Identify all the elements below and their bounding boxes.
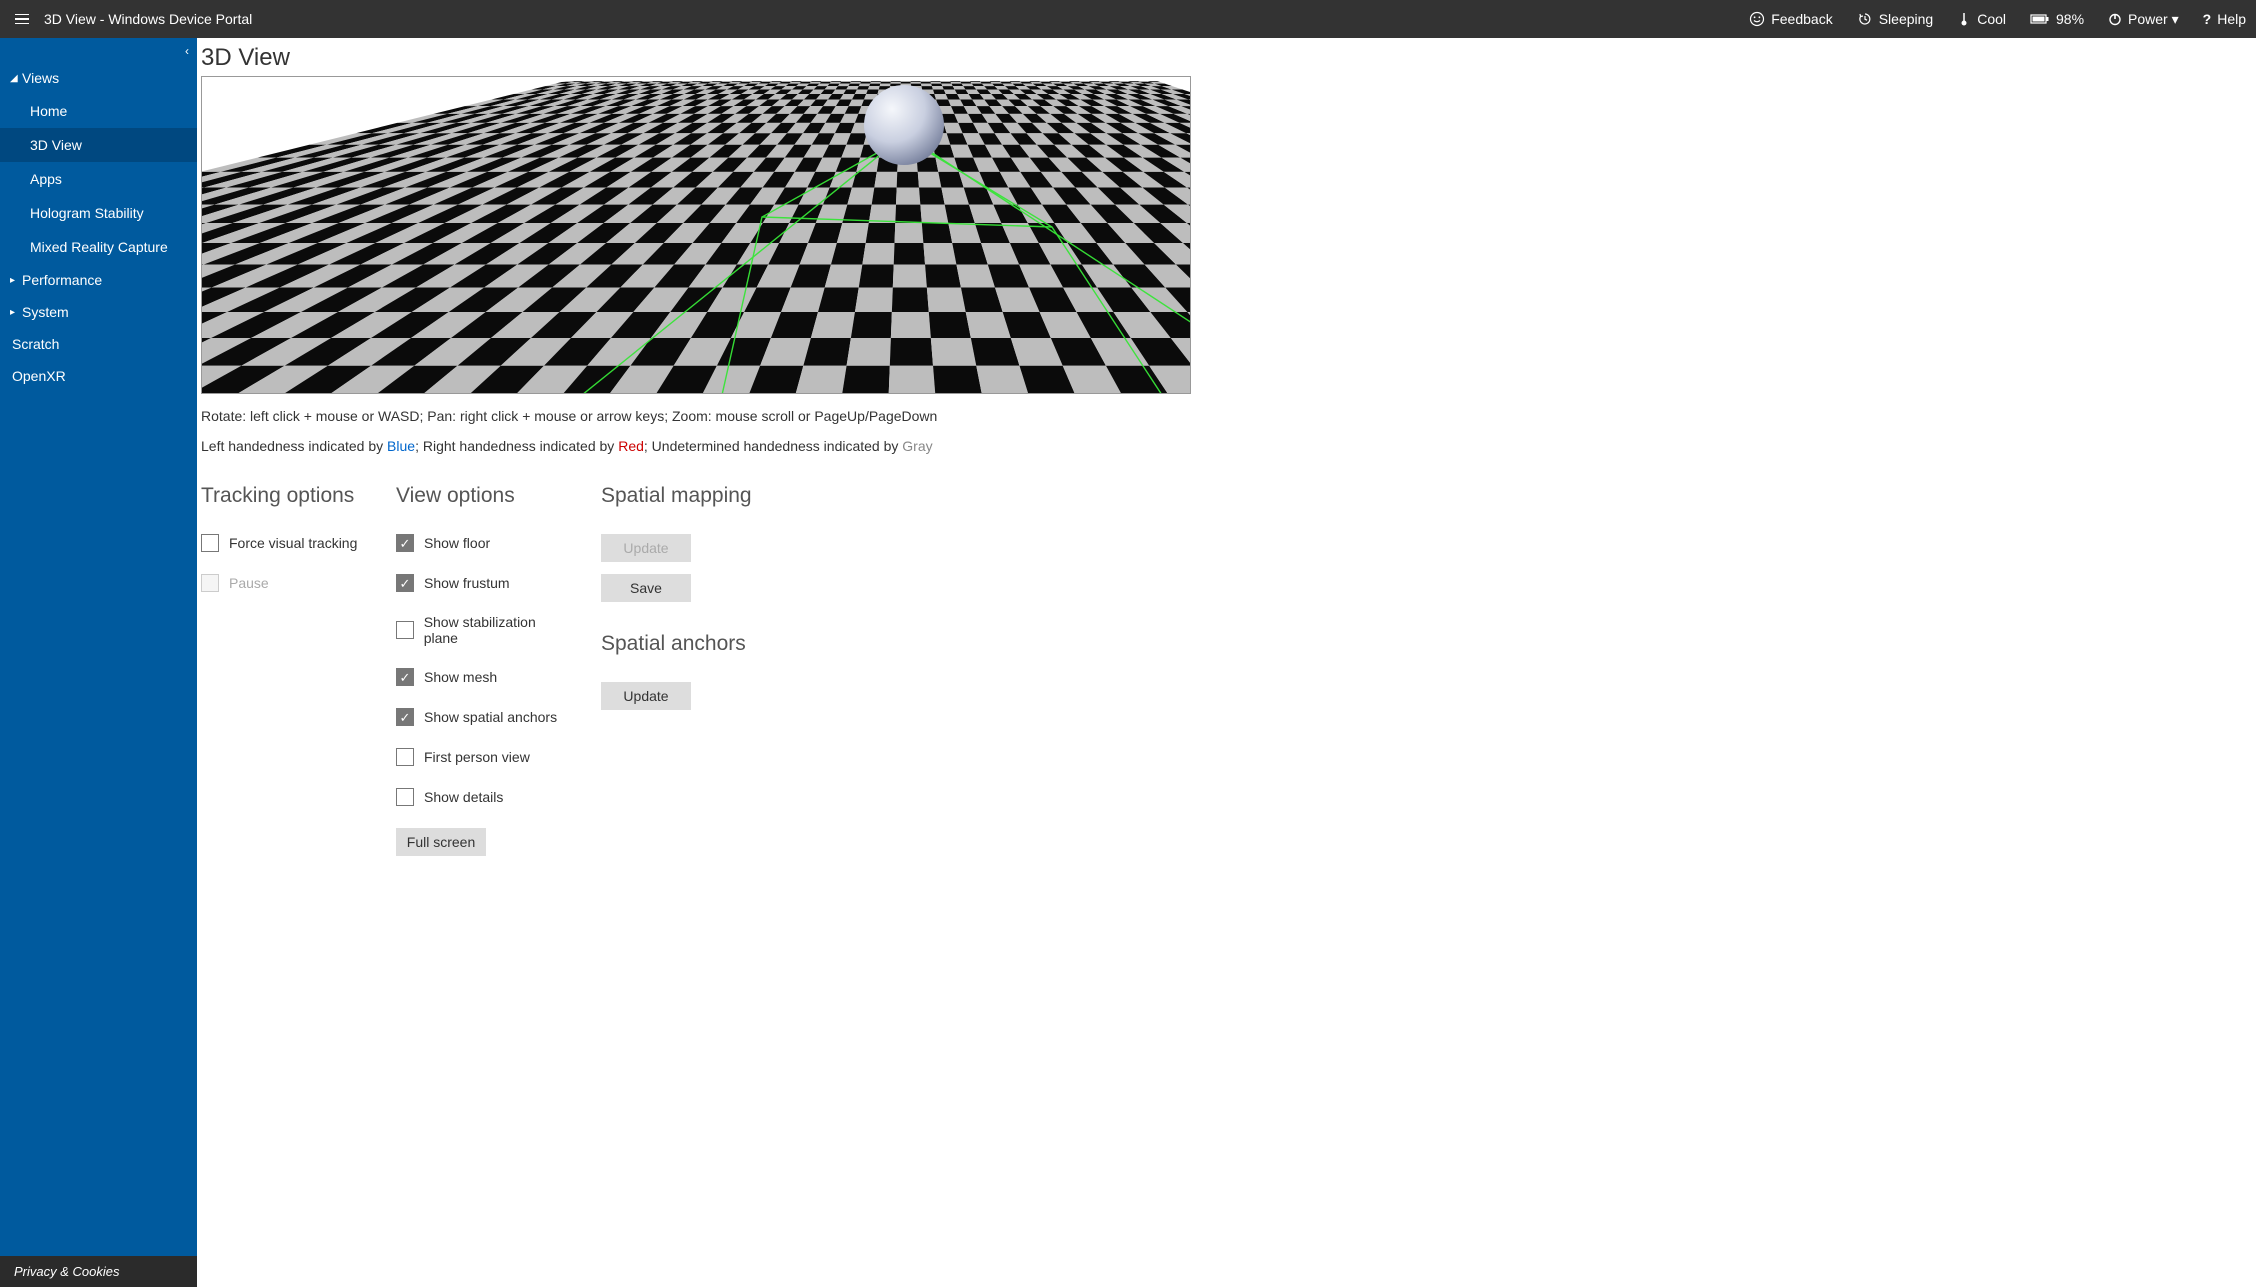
hand-blue: Blue — [387, 438, 415, 454]
nav-group-performance[interactable]: ▸ Performance — [0, 264, 197, 296]
nav-item-openxr[interactable]: OpenXR — [0, 360, 197, 392]
chevron-right-icon: ▸ — [10, 275, 20, 286]
force-visual-tracking-label: Force visual tracking — [229, 535, 357, 551]
options-row: Tracking options Force visual tracking P… — [201, 484, 2248, 868]
show-floor-checkbox[interactable] — [396, 534, 414, 552]
show-frustum-checkbox[interactable] — [396, 574, 414, 592]
spatial-column: Spatial mapping Update Save Spatial anch… — [601, 484, 781, 722]
hand-pre1: Left handedness indicated by — [201, 438, 387, 454]
show-anchors-checkbox[interactable] — [396, 708, 414, 726]
show-stabilization-checkbox[interactable] — [396, 621, 414, 639]
spatial-update-button[interactable]: Update — [601, 534, 691, 562]
hamburger-icon[interactable] — [10, 7, 34, 31]
chevron-right-icon: ▸ — [10, 307, 20, 318]
feedback-label: Feedback — [1771, 11, 1832, 27]
question-icon: ? — [2203, 11, 2212, 27]
main: 3D View — [197, 38, 2256, 1287]
hand-gray: Gray — [902, 438, 932, 454]
nav-group-label: Views — [22, 70, 59, 86]
view-title: View options — [396, 484, 571, 508]
nav-group-label: System — [22, 304, 69, 320]
battery-status[interactable]: 98% — [2030, 11, 2084, 27]
temp-label: Cool — [1977, 11, 2006, 27]
power-label: Power ▾ — [2128, 11, 2179, 28]
nav-item-3dview[interactable]: 3D View — [0, 128, 197, 162]
nav-item-hologram-stability[interactable]: Hologram Stability — [0, 196, 197, 230]
fullscreen-button[interactable]: Full screen — [396, 828, 486, 856]
3d-viewport[interactable] — [201, 76, 1191, 394]
hand-post: ; Undetermined handedness indicated by — [644, 438, 902, 454]
controls-help-text: Rotate: left click + mouse or WASD; Pan:… — [201, 408, 2248, 424]
power-button[interactable]: Power ▾ — [2108, 11, 2179, 28]
first-person-checkbox[interactable] — [396, 748, 414, 766]
nav-item-scratch[interactable]: Scratch — [0, 328, 197, 360]
sidebar-nav: ◢ Views Home 3D View Apps Hologram Stabi… — [0, 38, 197, 1256]
smile-icon — [1749, 11, 1765, 27]
hand-red: Red — [618, 438, 644, 454]
show-anchors-label: Show spatial anchors — [424, 709, 557, 725]
show-frustum-label: Show frustum — [424, 575, 510, 591]
hand-mid: ; Right handedness indicated by — [415, 438, 618, 454]
show-mesh-label: Show mesh — [424, 669, 497, 685]
tracking-title: Tracking options — [201, 484, 366, 508]
show-stabilization-label: Show stabilization plane — [424, 614, 571, 646]
spatial-mapping-title: Spatial mapping — [601, 484, 781, 508]
first-person-label: First person view — [424, 749, 530, 765]
show-mesh-checkbox[interactable] — [396, 668, 414, 686]
sidebar-collapse-icon[interactable]: ‹ — [185, 44, 189, 58]
pause-row: Pause — [201, 574, 366, 592]
topbar: 3D View - Windows Device Portal Feedback… — [0, 0, 2256, 38]
privacy-link[interactable]: Privacy & Cookies — [0, 1256, 197, 1287]
show-details-label: Show details — [424, 789, 503, 805]
tracking-options: Tracking options Force visual tracking P… — [201, 484, 366, 614]
view-options: View options Show floor Show frustum Sho… — [396, 484, 571, 868]
chevron-down-icon: ◢ — [10, 73, 20, 84]
show-details-checkbox[interactable] — [396, 788, 414, 806]
sleep-status[interactable]: Sleeping — [1857, 11, 1934, 27]
sleep-label: Sleeping — [1879, 11, 1934, 27]
help-button[interactable]: ? Help — [2203, 11, 2246, 27]
nav-item-apps[interactable]: Apps — [0, 162, 197, 196]
force-visual-tracking-checkbox[interactable] — [201, 534, 219, 552]
nav-item-home[interactable]: Home — [0, 94, 197, 128]
anchors-update-button[interactable]: Update — [601, 682, 691, 710]
history-icon — [1857, 11, 1873, 27]
body: ‹ ◢ Views Home 3D View Apps Hologram Sta… — [0, 38, 2256, 1287]
handedness-help-text: Left handedness indicated by Blue; Right… — [201, 438, 2248, 454]
spatial-save-button[interactable]: Save — [601, 574, 691, 602]
force-visual-tracking-row: Force visual tracking — [201, 534, 366, 552]
power-icon — [2108, 12, 2122, 26]
temp-status[interactable]: Cool — [1957, 11, 2006, 27]
pause-label: Pause — [229, 575, 269, 591]
battery-icon — [2030, 13, 2050, 25]
battery-label: 98% — [2056, 11, 2084, 27]
nav-item-mrc[interactable]: Mixed Reality Capture — [0, 230, 197, 264]
spatial-anchors-title: Spatial anchors — [601, 632, 781, 656]
show-floor-label: Show floor — [424, 535, 490, 551]
nav-group-views[interactable]: ◢ Views — [0, 62, 197, 94]
page-title: 3D View — [201, 44, 2248, 72]
sidebar: ‹ ◢ Views Home 3D View Apps Hologram Sta… — [0, 38, 197, 1287]
thermometer-icon — [1957, 11, 1971, 27]
topbar-status: Feedback Sleeping Cool 98% Power ▾ ? Hel… — [1749, 11, 2246, 28]
topbar-title: 3D View - Windows Device Portal — [44, 11, 252, 27]
feedback-button[interactable]: Feedback — [1749, 11, 1832, 27]
nav-group-label: Performance — [22, 272, 102, 288]
nav-group-system[interactable]: ▸ System — [0, 296, 197, 328]
viewport-svg — [202, 77, 1191, 394]
pause-checkbox — [201, 574, 219, 592]
help-label: Help — [2217, 11, 2246, 27]
